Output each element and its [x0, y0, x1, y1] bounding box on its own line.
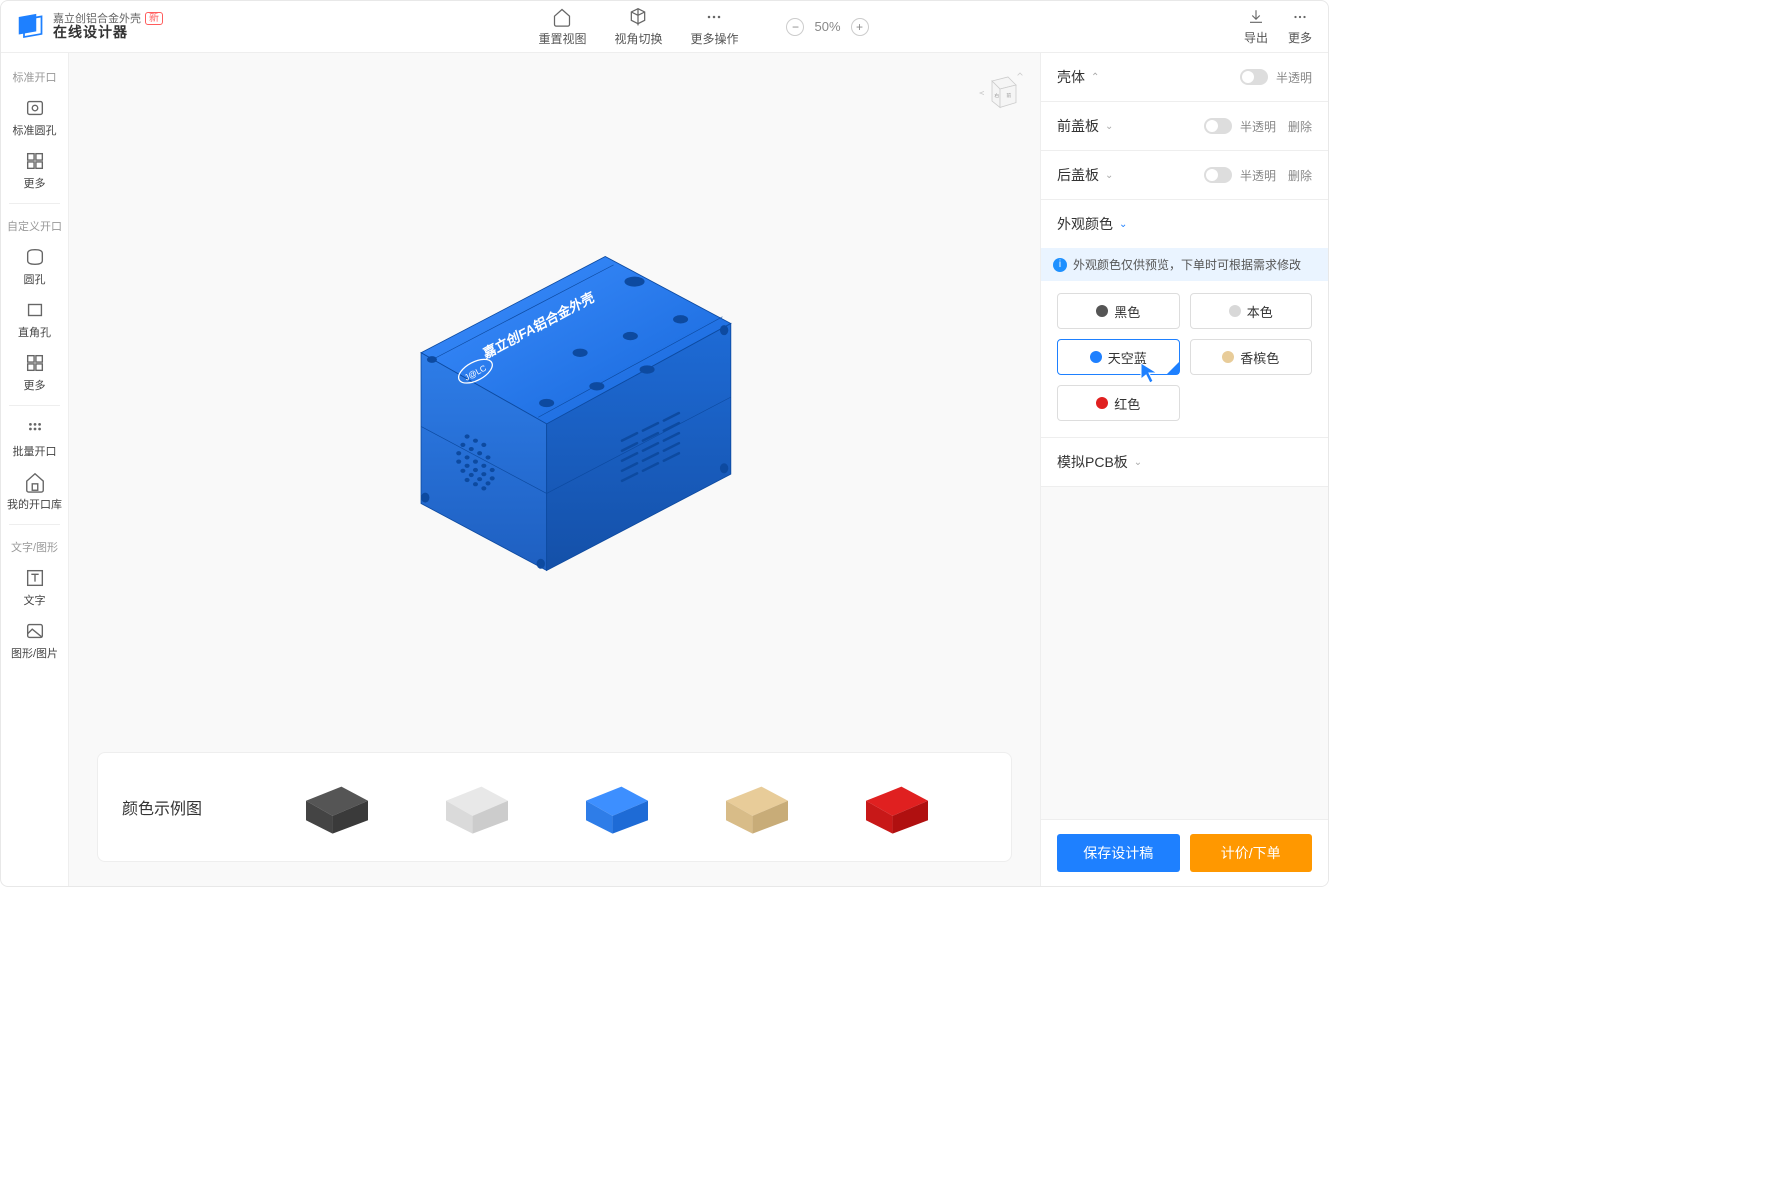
section-shell[interactable]: 壳体⌃ 半透明	[1041, 53, 1328, 101]
color-sky-blue[interactable]: 天空蓝	[1057, 339, 1180, 375]
section-color[interactable]: 外观颜色⌄	[1041, 200, 1328, 248]
sidebar-image[interactable]: 图形/图片	[1, 614, 68, 667]
zoom-out-button[interactable]: −	[786, 18, 804, 36]
thumb-natural[interactable]	[432, 776, 522, 838]
thumb-title: 颜色示例图	[122, 795, 202, 819]
cube-icon	[628, 7, 648, 27]
thumb-champagne[interactable]	[712, 776, 802, 838]
sidebar-text[interactable]: 文字	[1, 561, 68, 614]
sidebar-more-2[interactable]: 更多	[1, 346, 68, 399]
library-icon	[24, 471, 46, 493]
zoom-level: 50%	[814, 19, 840, 34]
reset-view-button[interactable]: 重置视图	[538, 7, 586, 47]
more-button[interactable]: 更多	[1288, 8, 1312, 46]
section-front-cover[interactable]: 前盖板⌄ 半透明 删除	[1041, 102, 1328, 150]
dots-icon	[704, 7, 724, 27]
translucent-toggle[interactable]	[1204, 118, 1232, 134]
text-icon	[24, 567, 46, 589]
logo-title: 嘉立创铝合金外壳	[53, 13, 141, 25]
translucent-toggle[interactable]	[1204, 167, 1232, 183]
sidebar-rect-hole[interactable]: 直角孔	[1, 293, 68, 346]
thumbnail-strip: 颜色示例图	[97, 752, 1012, 862]
color-info: i 外观颜色仅供预览，下单时可根据需求修改	[1041, 248, 1328, 281]
sidebar-section-title: 自定义开口	[1, 210, 68, 240]
rect-icon	[24, 299, 46, 321]
info-icon: i	[1053, 258, 1067, 272]
logo: 嘉立创铝合金外壳新 在线设计器	[17, 12, 163, 40]
order-button[interactable]: 计价/下单	[1190, 834, 1313, 872]
ellipse-icon	[24, 246, 46, 268]
export-button[interactable]: 导出	[1244, 8, 1268, 46]
more-actions-button[interactable]: 更多操作	[690, 7, 738, 47]
save-button[interactable]: 保存设计稿	[1057, 834, 1180, 872]
thumb-blue[interactable]	[572, 776, 662, 838]
color-natural[interactable]: 本色	[1190, 293, 1313, 329]
sidebar-section-title: 文字/图形	[1, 531, 68, 561]
sidebar-more-1[interactable]: 更多	[1, 144, 68, 197]
download-icon	[1247, 8, 1265, 26]
image-icon	[24, 620, 46, 642]
thumb-red[interactable]	[852, 776, 942, 838]
grid-icon	[24, 352, 46, 374]
logo-icon	[17, 12, 45, 40]
dots-icon	[1291, 8, 1309, 26]
home-icon	[552, 7, 572, 27]
nav-cube[interactable]: 前 右	[976, 69, 1024, 117]
color-red[interactable]: 红色	[1057, 385, 1180, 421]
color-black[interactable]: 黑色	[1057, 293, 1180, 329]
translucent-toggle[interactable]	[1240, 69, 1268, 85]
zoom-in-button[interactable]: +	[851, 18, 869, 36]
properties-panel: 壳体⌃ 半透明 前盖板⌄ 半透明 删除 后盖板⌄	[1040, 53, 1328, 886]
sidebar-batch-hole[interactable]: 批量开口	[1, 412, 68, 465]
thumb-black[interactable]	[292, 776, 382, 838]
3d-enclosure[interactable]: 嘉立创FA铝合金外壳 J@LC	[345, 223, 765, 583]
logo-subtitle: 在线设计器	[53, 25, 163, 40]
grid-icon	[24, 150, 46, 172]
delete-button[interactable]: 删除	[1288, 118, 1312, 135]
section-back-cover[interactable]: 后盖板⌄ 半透明 删除	[1041, 151, 1328, 199]
delete-button[interactable]: 删除	[1288, 167, 1312, 184]
section-pcb[interactable]: 模拟PCB板⌄	[1041, 438, 1328, 486]
canvas[interactable]: 前 右	[69, 53, 1040, 886]
dots-grid-icon	[24, 418, 46, 440]
view-switch-button[interactable]: 视角切换	[614, 7, 662, 47]
color-champagne[interactable]: 香槟色	[1190, 339, 1313, 375]
badge-new: 新	[145, 12, 163, 25]
sidebar-my-library[interactable]: 我的开口库	[1, 465, 68, 518]
sidebar-section-title: 标准开口	[1, 61, 68, 91]
left-sidebar: 标准开口 标准圆孔 更多 自定义开口 圆孔 直角孔 更多 批量开口 我的开口库 …	[1, 53, 69, 886]
sidebar-standard-circle[interactable]: 标准圆孔	[1, 91, 68, 144]
circle-hole-icon	[24, 97, 46, 119]
sidebar-circle-hole[interactable]: 圆孔	[1, 240, 68, 293]
